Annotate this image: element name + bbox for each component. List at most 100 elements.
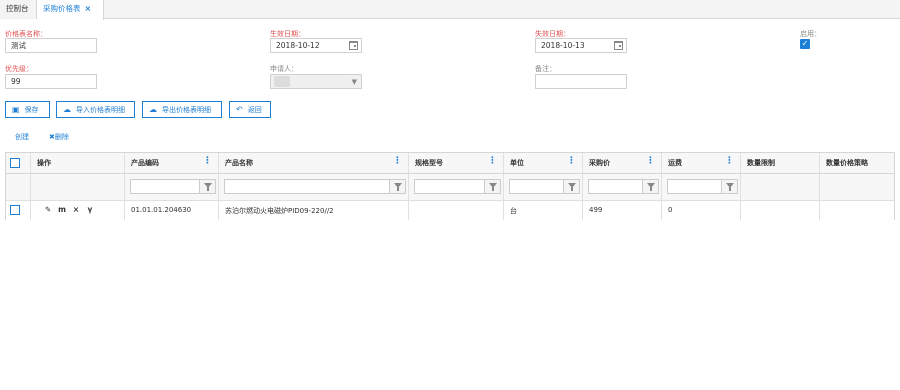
delete-link[interactable]: ✖删除 (49, 132, 69, 142)
applicant-select[interactable]: ▼ (270, 74, 362, 89)
column-header-actions: 操作 (31, 153, 125, 174)
filter-input[interactable] (224, 179, 390, 194)
tab-label: 控制台 (6, 4, 29, 13)
column-header-price: 采购价 ⋮ (583, 153, 662, 174)
row-select-cell (6, 201, 31, 220)
edit-pencil-icon[interactable]: ✎ (41, 205, 55, 214)
calendar-icon[interactable] (349, 41, 358, 50)
edit-m-icon[interactable]: m (55, 205, 69, 214)
column-title: 操作 (37, 159, 51, 167)
column-menu-icon[interactable]: ⋮ (203, 156, 212, 166)
freight: 0 (668, 206, 673, 214)
header-select-all-cell (6, 153, 31, 174)
enabled-checkbox[interactable]: ✓ (800, 39, 810, 49)
column-title: 数量价格策略 (826, 159, 868, 167)
remark-field[interactable] (535, 74, 627, 89)
product-code: 01.01.01.204630 (131, 206, 192, 214)
undo-arrow-icon: ↶ (236, 105, 243, 114)
column-title: 运费 (668, 159, 682, 167)
priority-field[interactable]: 99 (5, 74, 97, 89)
filter-icon[interactable] (563, 179, 580, 194)
column-header-name: 产品名称 ⋮ (219, 153, 409, 174)
save-button-label: 保存 (24, 106, 39, 114)
column-title: 产品名称 (225, 159, 253, 167)
filter-cell-freight (662, 174, 741, 201)
column-header-unit: 单位 ⋮ (504, 153, 583, 174)
end-date-field[interactable]: 2018-10-13 (535, 38, 627, 53)
save-button[interactable]: ▣ 保存 (5, 101, 50, 118)
delete-link-label: 删除 (54, 133, 69, 141)
filter-cell (741, 174, 820, 201)
filter-input[interactable] (130, 179, 200, 194)
row-checkbox[interactable] (10, 205, 20, 215)
product-unit: 台 (510, 207, 517, 215)
export-button-label: 导出价格表明细 (162, 106, 211, 114)
row-code-cell: 01.01.01.204630 (125, 201, 219, 220)
filter-input[interactable] (667, 179, 722, 194)
column-menu-icon[interactable]: ⋮ (646, 156, 655, 166)
filter-icon[interactable] (389, 179, 406, 194)
filter-cell (820, 174, 894, 201)
tab-console[interactable]: 控制台 (0, 0, 37, 19)
priority-label: 优先级： (5, 65, 33, 73)
column-title: 规格型号 (415, 159, 443, 167)
column-menu-icon[interactable]: ⋮ (393, 156, 402, 166)
price-detail-grid: 操作 产品编码 ⋮ 产品名称 ⋮ 规格型号 ⋮ 单位 ⋮ 采购价 ⋮ 运费 ⋮ 数量限制 数… (5, 152, 895, 220)
product-name: 苏泊尔燃动火电磁炉PID09-220//2 (225, 207, 334, 215)
delete-x-icon[interactable]: × (69, 205, 83, 214)
export-details-button[interactable]: ☁ 导出价格表明细 (142, 101, 222, 118)
select-all-checkbox[interactable] (10, 158, 20, 168)
column-title: 单位 (510, 159, 524, 167)
close-icon[interactable]: × (85, 4, 92, 13)
row-freight-cell: 0 (662, 201, 741, 220)
filter-icon[interactable] (721, 179, 738, 194)
column-header-qty-strategy: 数量价格策略 (820, 153, 894, 174)
remark-label: 备注： (535, 65, 556, 73)
column-header-spec: 规格型号 ⋮ (409, 153, 504, 174)
floppy-disk-icon: ▣ (12, 105, 20, 114)
filter-icon[interactable] (199, 179, 216, 194)
calendar-icon[interactable] (614, 41, 623, 50)
applicant-label: 申请人： (270, 65, 298, 73)
create-link[interactable]: 创建 (15, 132, 29, 142)
filter-cell-code (125, 174, 219, 201)
column-title: 数量限制 (747, 159, 775, 167)
filter-input[interactable] (509, 179, 564, 194)
tab-purchase-price-list[interactable]: 采购价格表 × (37, 0, 104, 20)
start-date-field[interactable]: 2018-10-12 (270, 38, 362, 53)
cloud-upload-icon: ☁ (63, 105, 71, 114)
filter-icon[interactable] (484, 179, 501, 194)
row-actions-cell: ✎ m × ү (31, 201, 125, 220)
row-name-cell: 苏泊尔燃动火电磁炉PID09-220//2 (219, 201, 409, 220)
row-qty-strategy-cell (820, 201, 894, 220)
applicant-blurred-value (274, 76, 290, 87)
purchase-price: 499 (589, 206, 603, 214)
end-date-value: 2018-10-13 (541, 41, 585, 50)
column-title: 产品编码 (131, 159, 159, 167)
enabled-label: 启用： (800, 30, 821, 38)
start-date-value: 2018-10-12 (276, 41, 320, 50)
filter-cell-name (219, 174, 409, 201)
filter-input[interactable] (414, 179, 485, 194)
filter-cell (6, 174, 31, 201)
column-header-freight: 运费 ⋮ (662, 153, 741, 174)
tab-label: 采购价格表 (43, 4, 81, 13)
filter-input[interactable] (588, 179, 643, 194)
row-spec-cell (409, 201, 504, 220)
column-menu-icon[interactable]: ⋮ (725, 156, 734, 166)
column-header-qty-limit: 数量限制 (741, 153, 820, 174)
back-button[interactable]: ↶ 返回 (229, 101, 271, 118)
column-menu-icon[interactable]: ⋮ (488, 156, 497, 166)
gamma-icon[interactable]: ү (83, 205, 97, 214)
column-menu-icon[interactable]: ⋮ (567, 156, 576, 166)
filter-cell-unit (504, 174, 583, 201)
import-button-label: 导入价格表明细 (76, 106, 125, 114)
chevron-down-icon[interactable]: ▼ (352, 76, 357, 88)
filter-icon[interactable] (642, 179, 659, 194)
price-list-name-field[interactable]: 测试 (5, 38, 97, 53)
import-details-button[interactable]: ☁ 导入价格表明细 (56, 101, 135, 118)
column-header-code: 产品编码 ⋮ (125, 153, 219, 174)
row-unit-cell: 台 (504, 201, 583, 220)
row-qty-limit-cell (741, 201, 820, 220)
back-button-label: 返回 (247, 106, 262, 114)
